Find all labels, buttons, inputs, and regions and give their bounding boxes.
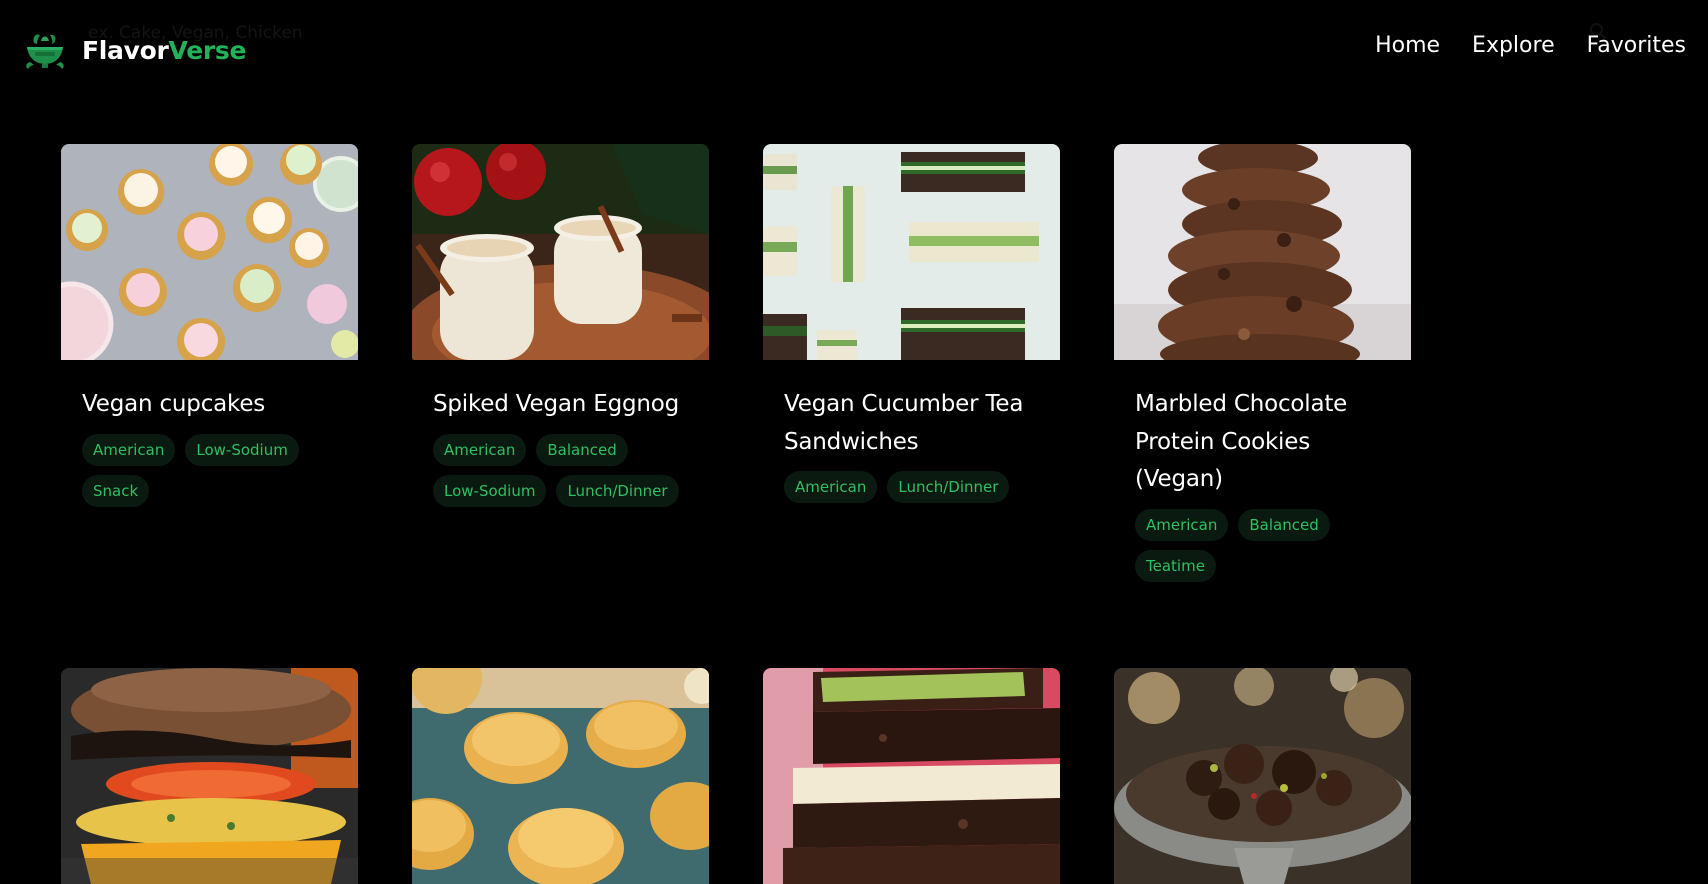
recipe-card[interactable] (1114, 668, 1411, 884)
recipe-image (1114, 144, 1411, 360)
nav-home-link[interactable]: Home (1375, 33, 1440, 58)
brand-name-part1: Flavor (82, 35, 169, 65)
recipe-card[interactable] (412, 668, 709, 884)
recipe-image (61, 144, 358, 360)
recipe-title: Vegan Cucumber Tea Sandwiches (784, 391, 1024, 455)
recipe-image (763, 668, 1060, 884)
recipe-card[interactable]: Spiked Vegan Eggnog American Balanced Lo… (412, 144, 709, 668)
recipe-image (412, 144, 709, 360)
recipe-tag: American (1135, 508, 1229, 541)
recipe-card-body: Vegan cupcakes American Low-Sodium Snack (61, 360, 358, 507)
recipe-tag: Balanced (536, 433, 628, 466)
main-nav: Home Explore Favorites (1375, 33, 1686, 58)
recipe-tags: American Lunch/Dinner (784, 471, 1039, 503)
recipe-card[interactable] (61, 668, 358, 884)
recipe-card[interactable]: Vegan Cucumber Tea Sandwiches American L… (763, 144, 1060, 668)
recipe-card-body: Marbled Chocolate Protein Cookies (Vegan… (1114, 360, 1411, 582)
nav-favorites-link[interactable]: Favorites (1587, 33, 1686, 58)
recipe-tag: Lunch/Dinner (887, 471, 1010, 503)
recipe-tag: Lunch/Dinner (556, 474, 679, 507)
recipe-grid: Vegan cupcakes American Low-Sodium Snack (61, 144, 1411, 884)
recipe-title: Spiked Vegan Eggnog (433, 391, 680, 417)
recipe-image (763, 144, 1060, 360)
recipe-card[interactable]: Vegan cupcakes American Low-Sodium Snack (61, 144, 358, 668)
recipe-tags: American Low-Sodium Snack (82, 433, 337, 507)
recipe-card-body: Spiked Vegan Eggnog American Balanced Lo… (412, 360, 709, 507)
recipe-tag: American (784, 471, 878, 503)
nav-explore-link[interactable]: Explore (1472, 33, 1555, 58)
recipe-tag: Low-Sodium (433, 474, 547, 507)
brand-name-part2: Verse (168, 35, 247, 65)
recipe-tag: Snack (82, 474, 150, 507)
recipe-card[interactable]: Marbled Chocolate Protein Cookies (Vegan… (1114, 144, 1411, 668)
bowl-logo-icon (26, 34, 64, 69)
brand-logo-link[interactable]: FlavorVerse (24, 28, 246, 72)
recipe-tags: American Balanced Low-Sodium Lunch/Dinne… (433, 433, 688, 507)
recipe-tag: American (433, 433, 527, 466)
recipe-tag: Balanced (1238, 508, 1330, 541)
recipe-image (412, 668, 709, 884)
recipe-card[interactable] (763, 668, 1060, 884)
recipe-card-body: Vegan Cucumber Tea Sandwiches American L… (763, 360, 1060, 503)
brand-name: FlavorVerse (82, 36, 246, 65)
recipe-image (61, 668, 358, 884)
recipe-title: Vegan cupcakes (82, 391, 266, 417)
recipe-tags: American Balanced Teatime (1135, 508, 1390, 582)
top-header: FlavorVerse Home Explore Favorites (0, 0, 1708, 96)
recipe-tag: Teatime (1135, 549, 1216, 582)
recipe-tag: American (82, 433, 176, 466)
recipe-image (1114, 668, 1411, 884)
recipe-tag: Low-Sodium (185, 433, 299, 466)
recipe-title: Marbled Chocolate Protein Cookies (Vegan… (1135, 391, 1348, 492)
